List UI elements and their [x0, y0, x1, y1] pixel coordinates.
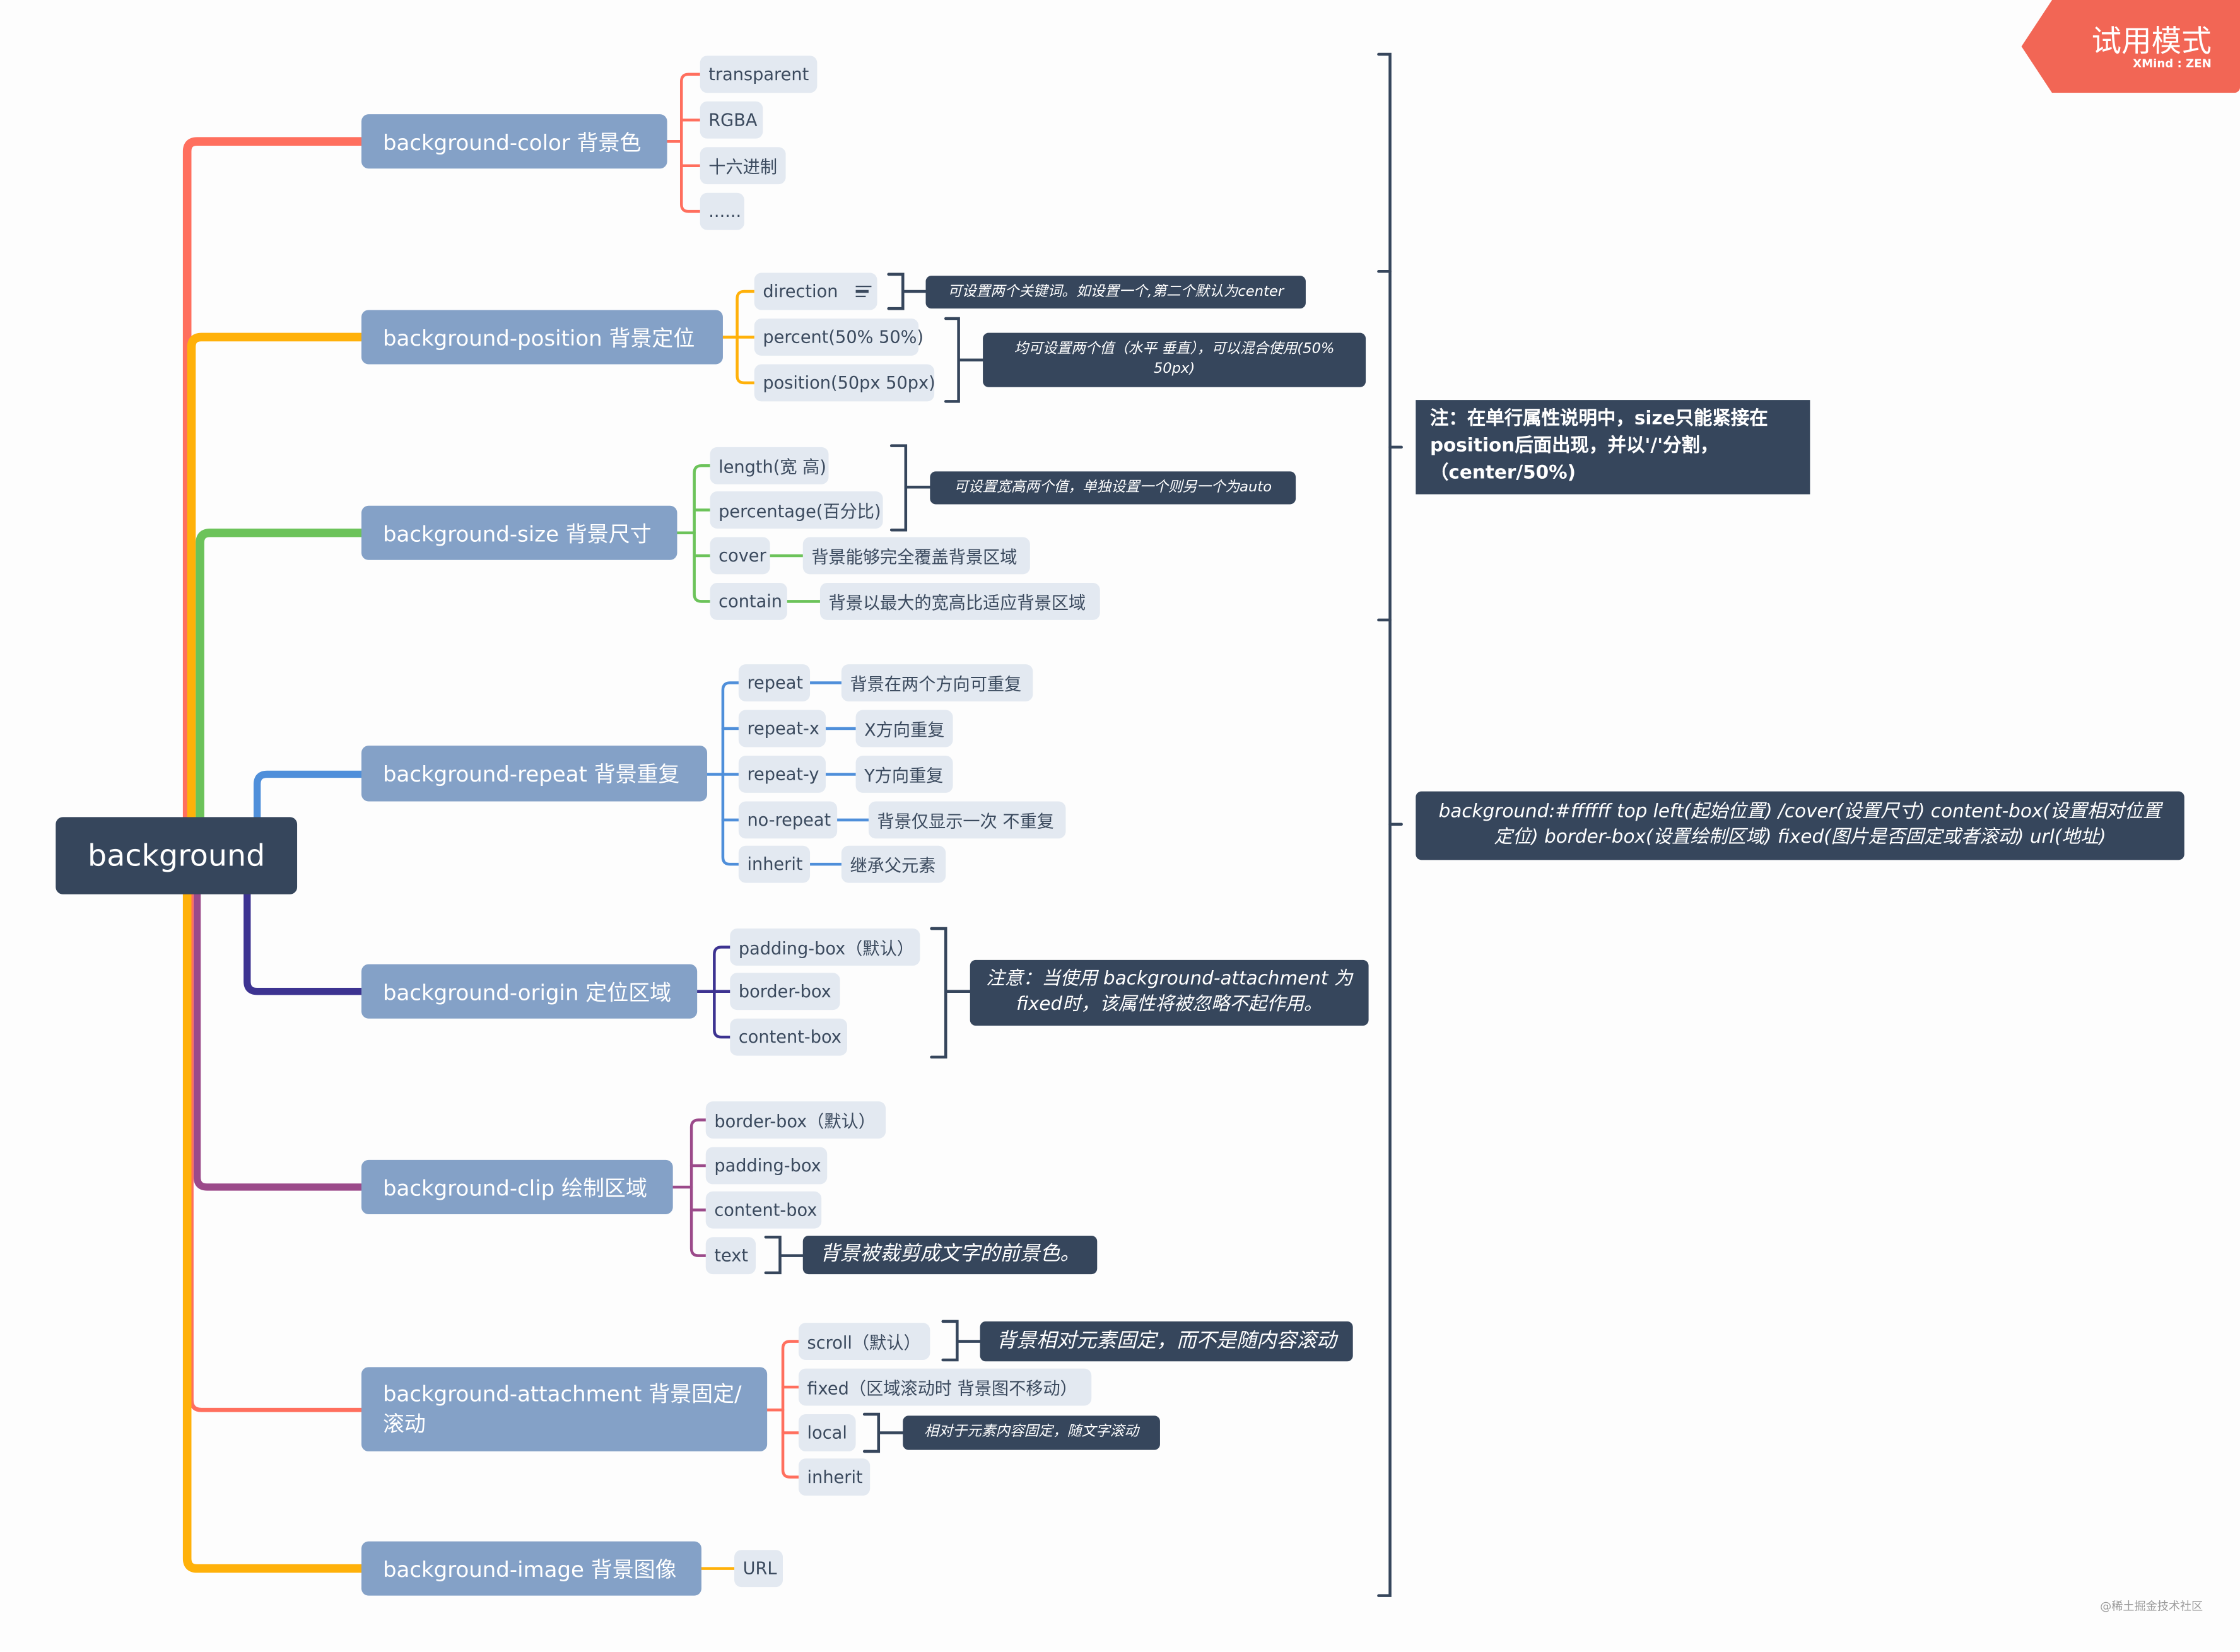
subtopic-url[interactable]: URL — [734, 1550, 783, 1588]
leaf-inherit-desc[interactable]: 继承父元素 — [841, 845, 946, 883]
leaf-no-repeat-desc[interactable]: 背景仅显示一次 不重复 — [868, 801, 1066, 839]
subtopic-transparent[interactable]: transparent — [700, 56, 818, 93]
mind-map-canvas: background background-color 背景色 backgrou… — [0, 0, 2240, 1651]
trunk-image — [182, 889, 366, 1573]
leaf-contain-desc[interactable]: 背景以最大的宽高比适应背景区域 — [819, 582, 1100, 620]
subtopic-contain[interactable]: contain — [710, 582, 787, 620]
subtopic-clip-padding-box[interactable]: padding-box — [705, 1147, 828, 1185]
bracket-direction — [887, 272, 927, 310]
topic-background-origin[interactable]: background-origin 定位区域 — [361, 964, 698, 1019]
bracket-size — [889, 444, 932, 532]
subtopic-position-px[interactable]: position(50px 50px) — [754, 364, 935, 402]
summary-bracket — [1377, 52, 1392, 1597]
bracket-local — [862, 1412, 905, 1453]
leaf-repeat-desc[interactable]: 背景在两个方向可重复 — [841, 664, 1033, 701]
root-topic-label: background — [88, 838, 266, 873]
leaf-repeat-y-desc[interactable]: Y方向重复 — [855, 756, 953, 793]
subtopic-repeat[interactable]: repeat — [738, 664, 811, 701]
topic-background-repeat[interactable]: background-repeat 背景重复 — [361, 746, 708, 802]
xmind-zen-logo: XMind : ZEN — [2133, 57, 2212, 70]
subtopic-origin-padding-box[interactable]: padding-box（默认） — [730, 929, 920, 966]
topic-background-position[interactable]: background-position 背景定位 — [361, 310, 723, 365]
subtopic-percentage[interactable]: percentage(百分比) — [710, 491, 883, 529]
note-scroll[interactable]: 背景相对元素固定，而不是随内容滚动 — [980, 1321, 1353, 1362]
subtopic-fixed[interactable]: fixed（区域滚动时 背景图不移动） — [798, 1368, 1092, 1406]
trunk-clip — [193, 891, 365, 1191]
topic-background-clip[interactable]: background-clip 绘制区域 — [361, 1159, 673, 1214]
trunk-attachment — [189, 892, 364, 1412]
watermark: @稀土掘金技术社区 — [2100, 1600, 2203, 1613]
note-local[interactable]: 相对于元素内容固定，随文字滚动 — [903, 1415, 1160, 1450]
trunk-repeat — [253, 770, 365, 821]
trial-mode-title: 试用模式 — [2091, 24, 2212, 59]
subtopic-origin-border-box[interactable]: border-box — [730, 973, 840, 1011]
trunk-origin — [243, 891, 365, 995]
summary-size-position[interactable]: 注：在单行属性说明中，size只能紧接在position后面出现，并以'/'分割… — [1416, 400, 1810, 495]
bracket-text — [764, 1235, 805, 1275]
subtopic-local[interactable]: local — [798, 1414, 856, 1451]
bracket-origin — [930, 927, 971, 1059]
subtopic-hex[interactable]: 十六进制 — [700, 147, 786, 185]
subtopic-origin-content-box[interactable]: content-box — [730, 1018, 847, 1056]
subtopic-attachment-inherit[interactable]: inherit — [798, 1458, 871, 1496]
subtopic-direction[interactable]: direction — [754, 272, 877, 310]
trial-mode-badge[interactable]: 试用模式 XMind : ZEN — [2021, 0, 2240, 93]
leaf-cover-desc[interactable]: 背景能够完全覆盖背景区域 — [802, 537, 1030, 575]
subtopic-repeat-x[interactable]: repeat-x — [738, 710, 826, 747]
leaf-repeat-x-desc[interactable]: X方向重复 — [855, 710, 953, 747]
topic-background-image[interactable]: background-image 背景图像 — [361, 1541, 701, 1596]
topic-background-size[interactable]: background-size 背景尺寸 — [361, 505, 677, 560]
topic-background-attachment[interactable]: background-attachment 背景固定/滚动 — [361, 1367, 768, 1451]
note-percent-position[interactable]: 均可设置两个值（水平 垂直），可以混合使用(50% 50px) — [983, 332, 1366, 387]
bracket-scroll — [941, 1320, 982, 1362]
subtopic-clip-border-box[interactable]: border-box（默认） — [705, 1101, 886, 1139]
note-direction[interactable]: 可设置两个关键词。如设置一个,第二个默认为center — [925, 276, 1306, 309]
subtopic-ellipsis[interactable]: ...... — [700, 192, 744, 230]
subtopic-cover[interactable]: cover — [710, 537, 770, 575]
subtopic-direction-label: direction — [763, 281, 838, 302]
subtopic-no-repeat[interactable]: no-repeat — [738, 801, 838, 839]
note-origin[interactable]: 注意：当使用 background-attachment 为 fixed时，该属… — [970, 959, 1369, 1026]
trunk-position — [187, 332, 366, 822]
note-clip-text[interactable]: 背景被裁剪成文字的前景色。 — [802, 1235, 1098, 1275]
subtopic-length[interactable]: length(宽 高) — [710, 447, 829, 484]
subtopic-percent[interactable]: percent(50% 50%) — [754, 319, 924, 356]
subtopic-clip-text[interactable]: text — [705, 1237, 756, 1275]
notes-icon[interactable] — [855, 283, 871, 300]
subtopic-inherit[interactable]: inherit — [738, 845, 811, 883]
note-size[interactable]: 可设置宽高两个值，单独设置一个则另一个为auto — [930, 471, 1296, 505]
subtopic-repeat-y[interactable]: repeat-y — [738, 756, 826, 793]
subtopic-scroll[interactable]: scroll（默认） — [798, 1323, 930, 1360]
subtopic-clip-content-box[interactable]: content-box — [705, 1191, 822, 1229]
bracket-percent-position — [944, 317, 985, 403]
topic-background-color[interactable]: background-color 背景色 — [361, 114, 667, 169]
trunk-color — [182, 137, 366, 822]
root-topic[interactable]: background — [56, 817, 298, 894]
subtopic-rgba[interactable]: RGBA — [700, 101, 763, 139]
summary-shorthand[interactable]: background:#ffffff top left(起始位置) /cover… — [1416, 791, 2184, 860]
